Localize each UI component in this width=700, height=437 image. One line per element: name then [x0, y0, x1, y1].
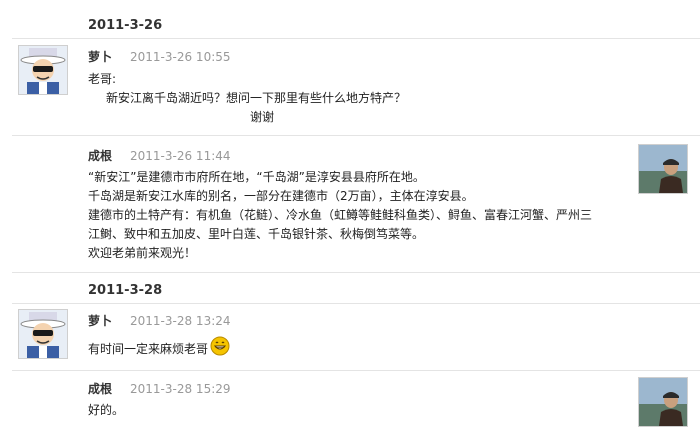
comment-time: 2011-3-26 10:55: [130, 50, 231, 64]
cartoon-avatar-icon[interactable]: [18, 45, 68, 95]
photo-avatar-icon[interactable]: [638, 377, 688, 427]
divider: [12, 272, 700, 273]
comment-line: 有时间一定来麻烦老哥: [88, 336, 230, 362]
comment-header: 萝卜 2011-3-28 13:24: [88, 312, 231, 329]
divider: [12, 303, 700, 304]
reply-header: 成根 2011-3-26 11:44: [88, 147, 231, 164]
reply-body: “新安江”是建德市市府所在地，“千岛湖”是淳安县县府所在地。 千岛湖是新安江水库…: [88, 168, 592, 263]
comment-body: 有时间一定来麻烦老哥: [88, 336, 230, 362]
comment-body: 老哥: 新安江离千岛湖近吗？想问一下那里有些什么地方特产？ 谢谢: [88, 70, 406, 127]
reply-time: 2011-3-28 15:29: [130, 382, 231, 396]
reply-line: 好的。: [88, 403, 125, 417]
author-name[interactable]: 萝卜: [88, 314, 112, 328]
divider: [12, 38, 700, 39]
comment-header: 萝卜 2011-3-26 10:55: [88, 48, 231, 65]
comment-time: 2011-3-28 13:24: [130, 314, 231, 328]
comment-text: 有时间一定来麻烦老哥: [88, 342, 209, 356]
comment-line: 老哥:: [88, 72, 117, 86]
grinning-smiley-icon: [210, 336, 230, 362]
reply-line: 千岛湖是新安江水库的别名，一部分在建德市（2万亩），主体在淳安县。: [88, 189, 474, 203]
date-heading: 2011-3-26: [88, 18, 163, 33]
photo-avatar-icon[interactable]: [638, 144, 688, 194]
comment-line: 谢谢: [250, 110, 275, 124]
reply-line: “新安江”是建德市市府所在地，“千岛湖”是淳安县县府所在地。: [88, 170, 425, 184]
author-name[interactable]: 萝卜: [88, 50, 112, 64]
reply-header: 成根 2011-3-28 15:29: [88, 380, 231, 397]
author-name[interactable]: 成根: [88, 149, 112, 163]
date-heading: 2011-3-28: [88, 283, 163, 298]
divider: [12, 370, 700, 371]
reply-line: 江鲥、致中和五加皮、里叶白莲、千岛银针茶、秋梅倒笃菜等。: [88, 227, 425, 241]
reply-line: 建德市的土特产有：有机鱼（花鲢）、冷水鱼（虹鳟等鲑鲑科鱼类）、鲟鱼、富春江河蟹、…: [88, 208, 593, 222]
reply-line: 欢迎老弟前来观光！: [88, 246, 197, 260]
cartoon-avatar-icon[interactable]: [18, 309, 68, 359]
author-name[interactable]: 成根: [88, 382, 112, 396]
comment-line: 新安江离千岛湖近吗？想问一下那里有些什么地方特产？: [106, 91, 407, 105]
reply-body: 好的。: [88, 401, 124, 420]
reply-time: 2011-3-26 11:44: [130, 149, 231, 163]
divider: [12, 135, 700, 136]
